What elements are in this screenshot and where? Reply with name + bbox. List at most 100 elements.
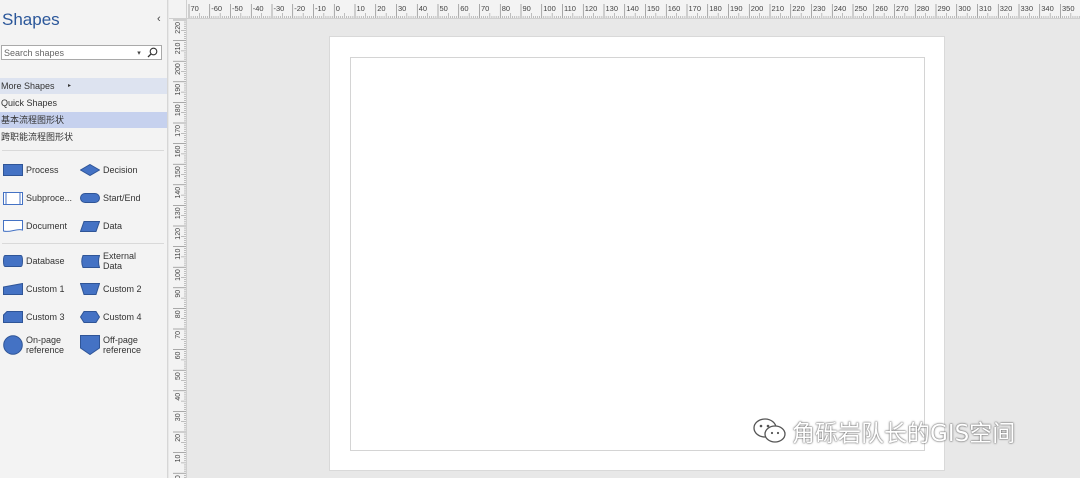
ruler-label: 80 [502,4,510,13]
ruler-label: 250 [855,4,868,13]
stencil-label-line: reference [103,345,142,355]
ruler-label: -40 [253,4,264,13]
stencil-custom-1[interactable]: Custom 1 [3,275,77,303]
ruler-label: 190 [175,84,182,96]
ruler-label: 0 [336,4,340,13]
ruler-label: 240 [834,4,847,13]
ruler-label: 20 [377,4,385,13]
search-options-dropdown[interactable]: ▾ [134,49,144,57]
stencil-custom-2[interactable]: Custom 2 [80,275,164,303]
ruler-label: 40 [175,393,182,401]
subprocess-shape-icon [3,191,23,205]
decision-shape-icon [80,164,100,176]
stencil-label: Database [26,256,65,266]
ruler-label: 40 [419,4,427,13]
ruler-label: 130 [606,4,619,13]
category-basic-flowchart[interactable]: 基本流程图形状 [0,112,167,128]
wechat-icon [753,418,786,443]
database-shape-icon [3,255,23,267]
ruler-label: 10 [357,4,365,13]
stencil-label: External Data [103,251,136,271]
stencil-label: Process [26,165,59,175]
ruler-label: 230 [813,4,826,13]
ruler-label: 30 [175,413,182,421]
stencil-label: Custom 2 [103,284,142,294]
ruler-label: -50 [232,4,243,13]
ruler-label: 60 [175,352,182,360]
ruler-label: 70 [175,331,182,339]
ruler-label: 320 [1000,4,1013,13]
vertical-ruler[interactable]: 220 210 200 190 180 170 160 150 140 130 120 110 100 9… [169,19,187,478]
ruler-label: 50 [440,4,448,13]
drawing-page[interactable] [329,36,945,471]
stencil-label: Decision [103,165,138,175]
category-more-shapes[interactable]: More Shapes ▸ [0,78,167,94]
divider [2,243,164,244]
horizontal-ruler-scale: 70 -60 -50 -40 -30 -20 -10 0 10 20 30 40 50 60 70 80 90 1… [188,4,1080,18]
stencil-external-data[interactable]: External Data [80,247,164,275]
stencil-label: Custom 3 [26,312,65,322]
stencil-label-line: reference [26,345,65,355]
stencil-label-line: Off-page [103,335,138,345]
ruler-label: 180 [175,104,182,116]
ruler-label: 220 [175,22,182,34]
ruler-label: 60 [460,4,468,13]
stencil-label: Data [103,221,123,231]
stencil-label-line: Data [103,261,123,271]
stencil-label: Custom 1 [26,284,65,294]
stencil-on-page-reference[interactable]: On-page reference [3,331,77,359]
pane-title: Shapes [2,10,60,29]
drawing-canvas[interactable] [188,20,1080,478]
page-margin-guide [350,57,925,451]
ruler-label: 310 [979,4,992,13]
vertical-ruler-scale: 220 210 200 190 180 170 160 150 140 130 120 110 100 9… [173,19,186,478]
stencil-custom-4[interactable]: Custom 4 [80,303,164,331]
search-box: ▾ [1,45,162,60]
ruler-label: 70 [481,4,489,13]
external-data-shape-icon [81,254,100,268]
ruler-label: 100 [543,4,556,13]
ruler-label: 260 [875,4,888,13]
stencil-process[interactable]: Process [3,156,77,184]
ruler-label: -60 [211,4,222,13]
ruler-label: -30 [274,4,285,13]
stencil-custom-3[interactable]: Custom 3 [3,303,77,331]
collapse-pane-button[interactable]: ‹ [157,13,161,25]
stencil-off-page-reference[interactable]: Off-page reference [80,331,164,359]
ruler-label: 120 [175,228,182,240]
search-icon[interactable] [144,46,160,59]
horizontal-ruler[interactable]: 70 -60 -50 -40 -30 -20 -10 0 10 20 30 40 50 60 70 80 90 1… [187,0,1080,19]
ruler-label: 140 [175,187,182,199]
divider [2,150,164,151]
ruler-label: 280 [917,4,930,13]
ruler-label: 30 [398,4,406,13]
stencil-database[interactable]: Database [3,247,77,275]
submenu-arrow-icon: ▸ [68,83,72,89]
document-shape-icon [3,219,23,232]
category-quick-shapes[interactable]: Quick Shapes [0,95,167,111]
custom-2-shape-icon [80,283,100,295]
search-input[interactable] [2,46,134,59]
ruler-label: 70 [191,4,199,13]
ruler-label: 190 [730,4,743,13]
stencil-data[interactable]: Data [80,212,164,240]
ruler-label: 350 [1062,4,1075,13]
ruler-label: 90 [175,290,182,298]
category-cross-functional[interactable]: 跨职能流程图形状 [0,129,167,145]
ruler-label: 100 [175,269,182,281]
ruler-label: 200 [175,63,182,75]
ruler-label: 120 [585,4,598,13]
ruler-label: 90 [523,4,531,13]
watermark: 角砾岩队长的GIS空间 [752,412,1015,450]
ruler-label: 210 [175,43,182,55]
stencil-subprocess[interactable]: Subproce... [3,184,77,212]
stencil-document[interactable]: Document [3,212,77,240]
stencil-start-end[interactable]: Start/End [80,184,164,212]
custom-3-shape-icon [3,311,23,323]
ruler-label: 160 [668,4,681,13]
stencil-label: Custom 4 [103,312,142,322]
stencil-decision[interactable]: Decision [80,156,164,184]
data-shape-icon [80,220,100,232]
ruler-label: 110 [564,4,576,13]
category-label: More Shapes [1,81,55,91]
